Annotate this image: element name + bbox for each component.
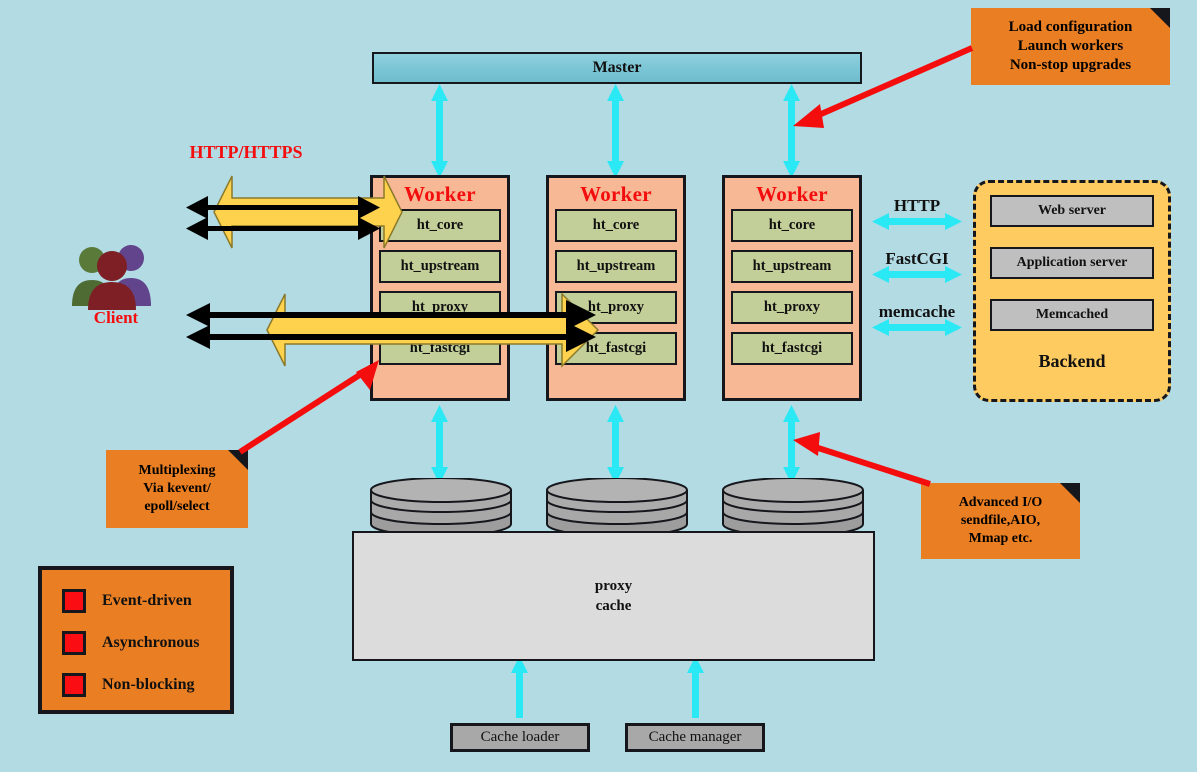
callout-master-config[interactable]: Load configuration Launch workers Non-st… (971, 8, 1170, 85)
module-ht-core[interactable]: ht_core (379, 209, 501, 242)
module-ht-proxy[interactable]: ht_proxy (379, 291, 501, 324)
worker-title: Worker (580, 182, 652, 206)
backend-label: Backend (1038, 351, 1106, 371)
legend-row-asynchronous: Asynchronous (62, 622, 230, 664)
legend-swatch-icon (62, 631, 86, 655)
legend-label: Non-blocking (102, 676, 195, 693)
module-ht-upstream[interactable]: ht_upstream (731, 250, 853, 283)
legend-row-non-blocking: Non-blocking (62, 664, 230, 706)
legend-swatch-icon (62, 589, 86, 613)
worker-title: Worker (756, 182, 828, 206)
backend-group-box[interactable]: Web server Application server Memcached … (973, 180, 1171, 402)
module-ht-proxy[interactable]: ht_proxy (555, 291, 677, 324)
master-label: Master (592, 59, 642, 76)
diagram-canvas: Master Worker ht_core ht_upstream ht_pro… (0, 0, 1197, 772)
legend-swatch-icon (62, 673, 86, 697)
module-ht-core[interactable]: ht_core (731, 209, 853, 242)
module-ht-upstream[interactable]: ht_upstream (379, 250, 501, 283)
module-ht-fastcgi[interactable]: ht_fastcgi (379, 332, 501, 365)
callout-line: Multiplexing (138, 462, 216, 478)
master-process-box[interactable]: Master (372, 52, 862, 84)
callout-advanced-io[interactable]: Advanced I/O sendfile,AIO, Mmap etc. (921, 483, 1080, 559)
worker-box-3[interactable]: Worker ht_core ht_upstream ht_proxy ht_f… (722, 175, 862, 401)
callout-multiplexing[interactable]: Multiplexing Via kevent/ epoll/select (106, 450, 248, 528)
worker-disk-arrows (431, 405, 800, 484)
legend-label: Asynchronous (102, 634, 200, 651)
backend-item-web-server[interactable]: Web server (990, 195, 1154, 227)
callout-line: Load configuration (1008, 18, 1133, 35)
legend-label: Event-driven (102, 592, 192, 609)
callout-line: sendfile,AIO, (960, 512, 1041, 528)
protocol-label-fastcgi: FastCGI (885, 249, 949, 268)
backend-item-memcached[interactable]: Memcached (990, 299, 1154, 331)
callout-line: Advanced I/O (958, 494, 1043, 510)
worker-title: Worker (404, 182, 476, 206)
callout-line: Non-stop upgrades (1009, 57, 1132, 74)
callout-line: Via kevent/ (143, 480, 211, 496)
client-people-group-icon (72, 245, 151, 310)
worker-box-2[interactable]: Worker ht_core ht_upstream ht_proxy ht_f… (546, 175, 686, 401)
legend-row-event-driven: Event-driven (62, 580, 230, 622)
cache-loader-box[interactable]: Cache loader (450, 723, 590, 752)
module-ht-upstream[interactable]: ht_upstream (555, 250, 677, 283)
callout-line: Launch workers (1017, 37, 1124, 54)
worker-box-1[interactable]: Worker ht_core ht_upstream ht_proxy ht_f… (370, 175, 510, 401)
legend-box: Event-driven Asynchronous Non-blocking (38, 566, 234, 714)
proxy-cache-label-line1: proxy (594, 577, 633, 594)
protocol-label-memcache: memcache (878, 302, 956, 321)
client-protocol-label: HTTP/HTTPS (189, 142, 303, 162)
proxy-cache-label-line2: cache (595, 598, 632, 614)
module-ht-fastcgi[interactable]: ht_fastcgi (555, 332, 677, 365)
client-label: Client (93, 308, 139, 327)
callout-line: epoll/select (144, 499, 210, 515)
backend-item-application-server[interactable]: Application server (990, 247, 1154, 279)
master-worker-arrows (431, 84, 800, 178)
module-ht-fastcgi[interactable]: ht_fastcgi (731, 332, 853, 365)
cache-manager-box[interactable]: Cache manager (625, 723, 765, 752)
module-ht-core[interactable]: ht_core (555, 209, 677, 242)
callout-line: Mmap etc. (968, 531, 1033, 547)
protocol-label-http: HTTP (893, 196, 941, 215)
module-ht-proxy[interactable]: ht_proxy (731, 291, 853, 324)
proxy-cache-box[interactable]: proxy cache (352, 531, 875, 661)
